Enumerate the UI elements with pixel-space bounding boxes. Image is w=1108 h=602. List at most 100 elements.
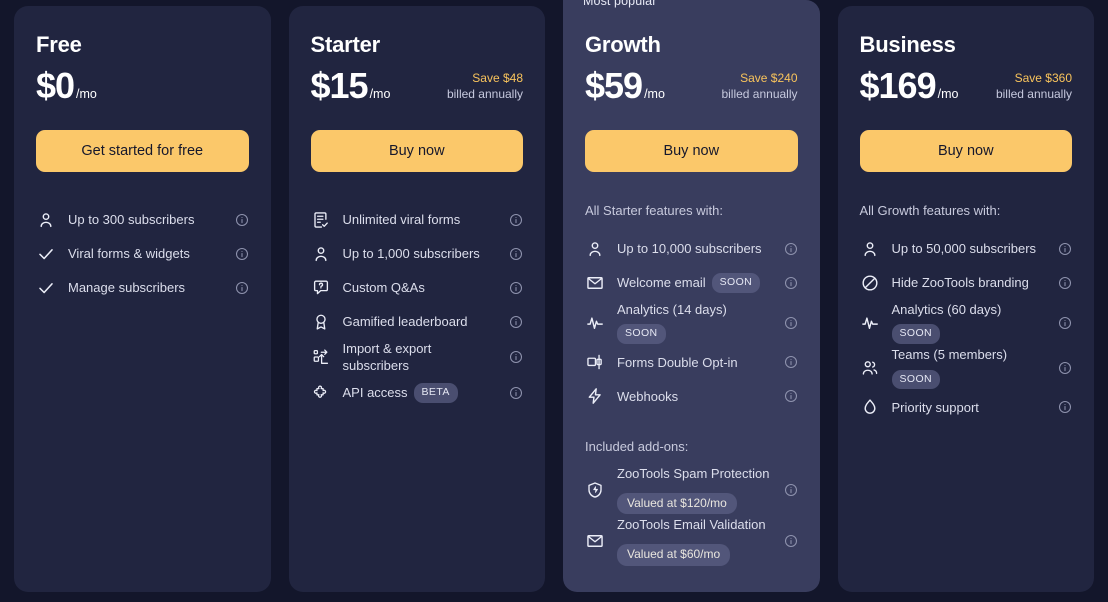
info-icon[interactable] <box>784 276 798 290</box>
feature-list: Unlimited viral forms Up to 1,000 subscri… <box>311 203 524 410</box>
info-icon[interactable] <box>235 281 249 295</box>
addon-name: ZooTools Spam Protection <box>617 466 770 482</box>
feature-name: Unlimited viral forms <box>342 212 461 228</box>
price-display: $15/mo <box>311 68 391 104</box>
feature-item: Forms Double Opt-in <box>585 345 798 379</box>
price-period: /mo <box>937 87 959 101</box>
feature-label: Webhooks <box>617 388 774 405</box>
price-period: /mo <box>76 87 97 101</box>
feature-name: API access <box>342 384 408 400</box>
feature-name: Analytics (60 days) <box>891 302 1002 317</box>
info-icon[interactable] <box>1058 316 1072 330</box>
plan-cta-button[interactable]: Get started for free <box>36 130 249 172</box>
info-icon[interactable] <box>784 242 798 256</box>
feature-label: Gamified leaderboard <box>343 313 500 330</box>
feature-name: Forms Double Opt-in <box>617 354 738 370</box>
addon-value-badge: Valued at $60/mo <box>617 543 731 566</box>
info-icon[interactable] <box>235 213 249 227</box>
award-ribbon-icon <box>311 312 331 332</box>
check-icon <box>36 278 56 298</box>
person-icon <box>36 210 56 230</box>
feature-name: Viral forms & widgets <box>68 246 190 262</box>
info-icon[interactable] <box>509 350 523 364</box>
feature-name: Webhooks <box>617 388 679 404</box>
person-icon <box>860 239 880 259</box>
savings-amount: Save $48 <box>472 70 523 85</box>
most-popular-badge: Most popular <box>563 0 673 14</box>
info-icon[interactable] <box>1058 361 1072 375</box>
feature-name: Hide ZooTools branding <box>891 275 1029 291</box>
info-icon[interactable] <box>784 355 798 369</box>
question-bubble-icon <box>311 278 331 298</box>
plan-name: Free <box>36 32 82 57</box>
feature-status-badge: SOON <box>617 324 666 345</box>
feature-label: Up to 50,000 subscribers <box>892 240 1049 257</box>
feature-name: Welcome email <box>617 275 706 291</box>
info-icon[interactable] <box>509 247 523 261</box>
savings-note: Save $48 billed annually <box>447 70 523 104</box>
info-icon[interactable] <box>509 386 523 400</box>
info-icon[interactable] <box>784 316 798 330</box>
feature-item: Up to 50,000 subscribers <box>860 232 1073 266</box>
feature-name: Custom Q&As <box>342 280 425 296</box>
shield-bolt-icon <box>585 480 605 500</box>
savings-note: Save $360 billed annually <box>996 70 1072 104</box>
feature-list: Up to 50,000 subscribers Hide ZooTools br… <box>860 232 1073 424</box>
plan-cta-button[interactable]: Buy now <box>585 130 798 172</box>
info-icon[interactable] <box>784 389 798 403</box>
info-icon[interactable] <box>509 281 523 295</box>
analytics-pulse-icon <box>585 313 605 333</box>
person-icon <box>585 239 605 259</box>
puzzle-icon <box>311 383 331 403</box>
addon-item: ZooTools Email Validation Valued at $60/m… <box>585 515 798 566</box>
price-row: $169/mo Save $360 billed annually <box>860 62 1073 104</box>
plan-cta-button[interactable]: Buy now <box>859 130 1072 172</box>
price-amount: $15 <box>310 65 369 106</box>
envelope-icon <box>585 273 605 293</box>
info-icon[interactable] <box>509 315 523 329</box>
feature-label: Viral forms & widgets <box>68 245 225 262</box>
feature-status-badge: SOON <box>891 369 941 390</box>
feature-item: Up to 300 subscribers <box>36 203 249 237</box>
feature-item: Analytics (14 days) SOON <box>585 300 798 345</box>
addon-item: ZooTools Spam Protection Valued at $120/m… <box>585 464 798 515</box>
billing-frequency: billed annually <box>721 86 798 101</box>
info-icon[interactable] <box>784 483 798 497</box>
billing-frequency: billed annually <box>995 86 1072 101</box>
features-intro: All Growth features with: <box>859 203 1001 218</box>
feature-name: Analytics (14 days) <box>617 302 727 317</box>
plan-cta-button[interactable]: Buy now <box>310 130 523 172</box>
lightning-icon <box>585 386 605 406</box>
info-icon[interactable] <box>509 213 523 227</box>
price-amount: $169 <box>859 65 937 106</box>
plan-name: Growth <box>585 32 661 57</box>
feature-item: Up to 10,000 subscribers <box>585 232 798 266</box>
feature-label: Priority support <box>892 399 1049 416</box>
addon-value-badge: Valued at $120/mo <box>617 492 737 515</box>
feature-name: Up to 1,000 subscribers <box>342 246 480 262</box>
feature-label: Forms Double Opt-in <box>617 354 774 371</box>
info-icon[interactable] <box>784 534 798 548</box>
info-icon[interactable] <box>1058 400 1072 414</box>
feature-status-badge: SOON <box>711 273 761 293</box>
import-export-icon <box>311 347 331 367</box>
feature-name: Gamified leaderboard <box>342 314 468 330</box>
feature-status-badge: BETA <box>413 382 458 403</box>
price-row: $59/mo Save $240 billed annually <box>585 62 798 104</box>
feature-item: Viral forms & widgets <box>36 237 249 271</box>
savings-amount: Save $360 <box>1014 70 1072 85</box>
feature-label: Import & export subscribers <box>343 340 500 375</box>
info-icon[interactable] <box>235 247 249 261</box>
feature-item: Teams (5 members) SOON <box>860 345 1073 390</box>
price-display: $0/mo <box>36 68 97 104</box>
price-amount: $0 <box>36 65 75 106</box>
feature-name: Priority support <box>891 399 979 415</box>
info-icon[interactable] <box>1058 276 1072 290</box>
addon-name: ZooTools Email Validation <box>617 517 766 533</box>
feature-label: Unlimited viral forms <box>343 211 500 228</box>
info-icon[interactable] <box>1058 242 1072 256</box>
check-icon <box>36 244 56 264</box>
feature-item: Manage subscribers <box>36 271 249 305</box>
feature-item: Unlimited viral forms <box>311 203 524 237</box>
feature-item: Welcome email SOON <box>585 266 798 300</box>
